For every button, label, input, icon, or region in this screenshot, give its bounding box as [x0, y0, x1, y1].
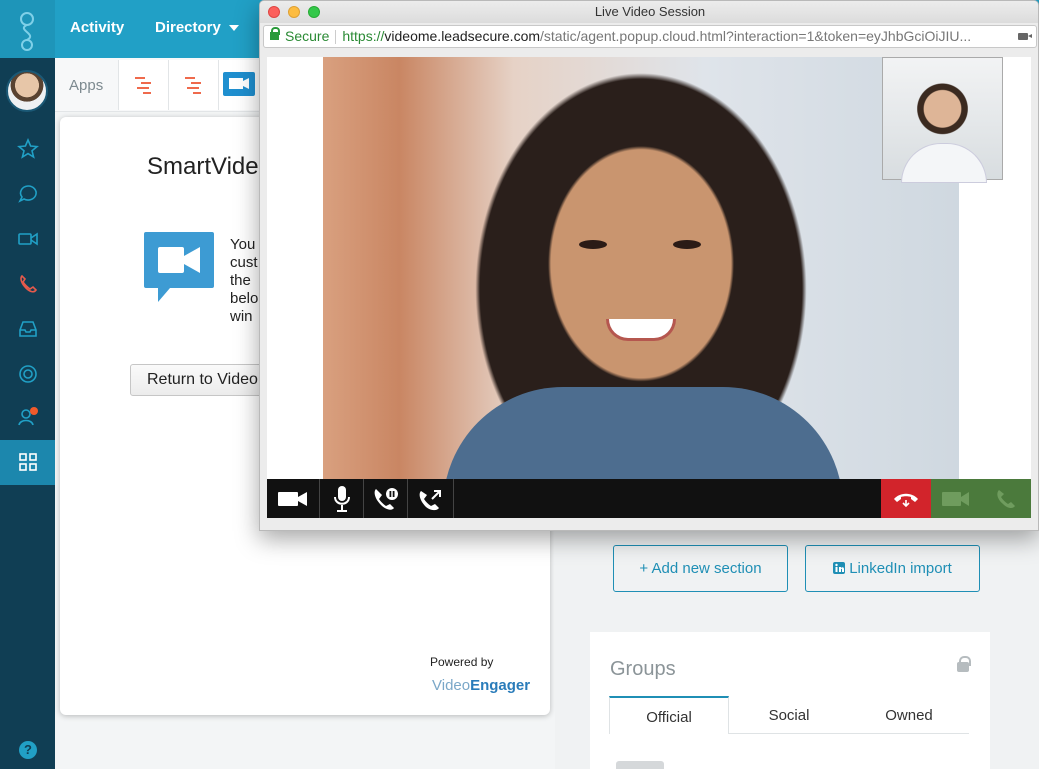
secure-lock-icon: [270, 27, 280, 41]
apps-strip: Apps: [55, 58, 268, 112]
apps-grid-icon: [19, 453, 37, 471]
app-tab-1[interactable]: [118, 60, 168, 110]
phone-icon[interactable]: [17, 273, 39, 295]
remote-video-smile: [606, 319, 676, 341]
target-icon[interactable]: [17, 363, 39, 385]
help-icon[interactable]: ?: [19, 741, 37, 759]
popup-titlebar[interactable]: Live Video Session: [260, 1, 1038, 23]
group-item-placeholder: [616, 761, 664, 769]
transfer-button[interactable]: [408, 479, 454, 518]
call-transfer-icon: [419, 489, 441, 510]
app-tab-2[interactable]: [168, 60, 218, 110]
chat-icon[interactable]: [17, 183, 39, 205]
url-scheme: https://: [342, 28, 385, 44]
powered-by-label: Powered by: [430, 655, 494, 669]
video-call-button[interactable]: [931, 479, 981, 518]
address-bar[interactable]: Secure https://videome.leadsecure.com/sta…: [263, 25, 1037, 48]
brand-logo[interactable]: [0, 0, 55, 58]
linkedin-import-label: LinkedIn import: [849, 560, 952, 577]
maximize-window-button[interactable]: [308, 6, 320, 18]
linkedin-icon: [833, 562, 846, 574]
nav-directory[interactable]: Directory: [155, 19, 239, 36]
video-area: [267, 57, 1031, 479]
star-icon[interactable]: [17, 138, 39, 160]
hangup-button[interactable]: [881, 479, 931, 518]
return-to-video-button[interactable]: Return to Video: [130, 364, 280, 396]
video-camera-icon: [942, 491, 969, 506]
minimize-window-button[interactable]: [288, 6, 300, 18]
smartvideo-title: SmartVide: [147, 153, 259, 180]
tab-social[interactable]: Social: [729, 696, 849, 734]
remote-video-eye-left: [579, 240, 607, 249]
sidebar-item-apps[interactable]: [0, 440, 55, 485]
microphone-icon: [333, 485, 350, 512]
camera-toggle-button[interactable]: [267, 479, 320, 518]
phone-icon: [997, 489, 1015, 508]
sidebar: ?: [0, 58, 55, 769]
url-path: /static/agent.popup.cloud.html?interacti…: [540, 28, 972, 44]
inbox-icon[interactable]: [17, 318, 39, 340]
nav-directory-label: Directory: [155, 19, 221, 36]
live-video-popup: Live Video Session Secure https://videome…: [259, 0, 1039, 531]
remote-video: [323, 57, 959, 479]
voice-call-button[interactable]: [981, 479, 1031, 518]
self-video-body: [901, 143, 987, 183]
logo-engager-text: Engager: [470, 677, 531, 694]
video-camera-icon: [278, 491, 307, 506]
app-logo-icon: [185, 77, 201, 94]
video-chat-bubble-icon: [144, 232, 214, 302]
app-logo-icon: [135, 77, 151, 94]
linkedin-import-button[interactable]: LinkedIn import: [805, 545, 980, 592]
remote-video-shirt: [443, 387, 843, 479]
mute-button[interactable]: [320, 479, 364, 518]
avatar[interactable]: [6, 70, 48, 112]
tab-official[interactable]: Official: [609, 696, 729, 734]
url-separator: [335, 30, 337, 45]
nav-activity[interactable]: Activity: [70, 19, 124, 36]
hangup-icon: [894, 493, 918, 507]
groups-title: Groups: [610, 658, 676, 680]
call-controls: [267, 479, 1031, 518]
camera-in-use-icon[interactable]: [1018, 33, 1028, 40]
logo-icon: [20, 12, 34, 51]
chevron-down-icon: [228, 25, 239, 32]
hold-button[interactable]: [364, 479, 408, 518]
secure-label: Secure: [285, 28, 330, 44]
remote-video-eye-right: [673, 240, 701, 249]
self-video-preview[interactable]: [882, 57, 1003, 183]
lock-icon: [957, 656, 971, 672]
logo-video-text: Video: [432, 677, 471, 694]
close-window-button[interactable]: [268, 6, 280, 18]
add-new-section-button[interactable]: + Add new section: [613, 545, 788, 592]
call-hold-icon: [374, 487, 398, 510]
popup-title: Live Video Session: [594, 4, 706, 19]
user-alert-icon[interactable]: [17, 406, 39, 428]
video-icon[interactable]: [17, 228, 39, 250]
url-host: videome.leadsecure.com: [384, 28, 541, 44]
tab-owned[interactable]: Owned: [849, 696, 969, 734]
videoengager-logo: VideoEngager: [432, 677, 530, 694]
apps-label: Apps: [69, 77, 104, 94]
groups-card: Groups Official Social Owned: [590, 632, 990, 769]
